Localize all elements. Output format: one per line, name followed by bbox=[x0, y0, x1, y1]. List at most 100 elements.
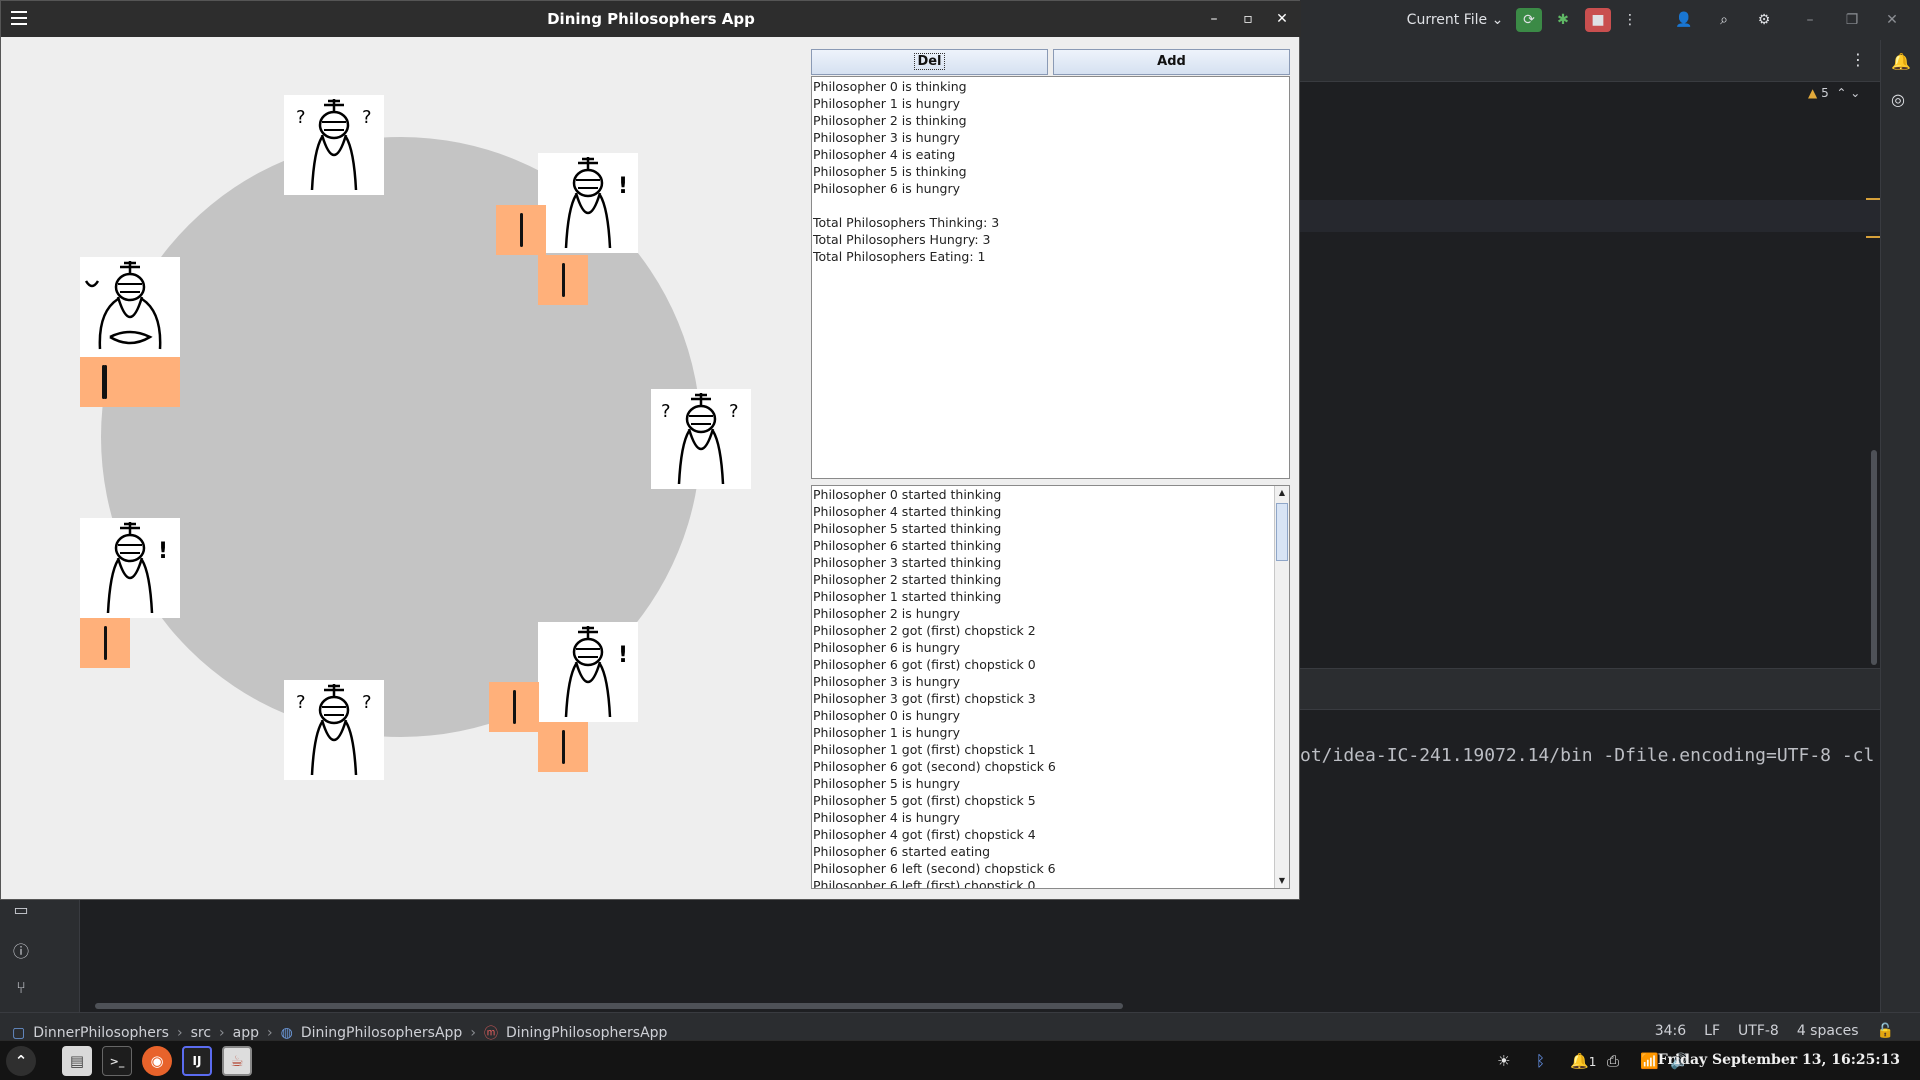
log-line: Philosopher 3 started thinking bbox=[813, 555, 1002, 570]
warnings-indicator[interactable]: ▲ 5 ⌃ ⌄ bbox=[1808, 86, 1860, 100]
breadcrumb-item[interactable]: DiningPhilosophersApp bbox=[301, 1025, 463, 1041]
file-encoding[interactable]: UTF-8 bbox=[1738, 1023, 1779, 1039]
tabs-more-icon[interactable]: ⋮ bbox=[1850, 50, 1866, 69]
philosopher-icon: ! bbox=[106, 522, 168, 614]
minimize-icon[interactable]: – bbox=[1204, 9, 1224, 29]
class-icon: ◍ bbox=[280, 1025, 293, 1041]
scroll-thumb[interactable] bbox=[1276, 503, 1288, 561]
log-text-area[interactable]: Philosopher 0 started thinking Philosophe… bbox=[811, 485, 1290, 889]
log-line: Philosopher 6 got (first) chopstick 0 bbox=[813, 657, 1036, 672]
breadcrumb-item[interactable]: src bbox=[191, 1025, 211, 1041]
gear-icon[interactable]: ⚙ bbox=[1752, 8, 1776, 32]
terminal-app-icon[interactable]: >_ bbox=[102, 1046, 132, 1076]
printer-icon[interactable]: ⎙ bbox=[1607, 1052, 1619, 1070]
chopstick bbox=[538, 722, 588, 772]
wifi-icon[interactable]: 📶 bbox=[1640, 1052, 1659, 1070]
status-line: Philosopher 5 is thinking bbox=[813, 164, 967, 179]
title-bar[interactable]: Dining Philosophers App – ▫ ✕ bbox=[1, 1, 1301, 37]
log-line: Philosopher 6 started eating bbox=[813, 844, 991, 859]
java-app-icon[interactable]: ☕ bbox=[222, 1046, 252, 1076]
breadcrumb-item[interactable]: DiningPhilosophersApp bbox=[506, 1025, 668, 1041]
editor-scrollbar[interactable] bbox=[1871, 450, 1877, 665]
philosopher-6 bbox=[80, 257, 180, 357]
right-tool-strip: 🔔 ◎ bbox=[1880, 40, 1920, 1040]
philosopher-icon: ? ? bbox=[661, 393, 739, 485]
close-icon[interactable]: ✕ bbox=[1880, 8, 1904, 32]
indent-setting[interactable]: 4 spaces bbox=[1797, 1023, 1859, 1039]
log-line: Philosopher 1 got (first) chopstick 1 bbox=[813, 742, 1036, 757]
del-button-label: Del bbox=[914, 53, 945, 70]
log-scrollbar[interactable]: ▲ ▼ bbox=[1274, 486, 1289, 888]
ai-assistant-icon[interactable]: ◎ bbox=[1891, 90, 1905, 109]
clock[interactable]: Friday September 13, 16:25:13 bbox=[1658, 1052, 1900, 1068]
breadcrumb-item[interactable]: DinnerPhilosophers bbox=[33, 1025, 169, 1041]
git-icon[interactable]: ⑂ bbox=[10, 978, 32, 1000]
chopstick bbox=[489, 682, 539, 732]
svg-text:?: ? bbox=[729, 401, 739, 422]
firefox-icon[interactable]: ◉ bbox=[142, 1046, 172, 1076]
rerun-icon[interactable]: ⟳ bbox=[1516, 8, 1542, 32]
lock-icon[interactable]: 🔓 bbox=[1877, 1023, 1894, 1039]
scroll-down-icon[interactable]: ▼ bbox=[1275, 874, 1289, 888]
search-icon[interactable]: ⌕ bbox=[1712, 8, 1736, 32]
philosopher-icon: ! bbox=[564, 157, 628, 249]
log-line: Philosopher 1 is hungry bbox=[813, 725, 960, 740]
log-line: Philosopher 5 got (first) chopstick 5 bbox=[813, 793, 1036, 808]
status-line: Philosopher 1 is hungry bbox=[813, 96, 960, 111]
status-text-area[interactable]: Philosopher 0 is thinking Philosopher 1 i… bbox=[811, 76, 1290, 479]
chopstick bbox=[538, 255, 588, 305]
svg-text:?: ? bbox=[296, 692, 306, 713]
philosopher-0: ? ? bbox=[284, 95, 384, 195]
log-line: Philosopher 6 started thinking bbox=[813, 538, 1002, 553]
svg-text:!: ! bbox=[618, 643, 628, 668]
line-separator[interactable]: LF bbox=[1704, 1023, 1720, 1039]
status-line: Total Philosophers Thinking: 3 bbox=[813, 215, 1000, 230]
maximize-icon[interactable]: ▫ bbox=[1238, 9, 1258, 29]
warnings-count: 5 bbox=[1821, 86, 1829, 100]
window-title: Dining Philosophers App bbox=[547, 10, 755, 28]
log-line: Philosopher 3 got (first) chopstick 3 bbox=[813, 691, 1036, 706]
log-line: Philosopher 5 is hungry bbox=[813, 776, 960, 791]
scroll-up-icon[interactable]: ▲ bbox=[1275, 486, 1289, 500]
run-config-label: Current File bbox=[1406, 12, 1488, 28]
horizontal-scrollbar[interactable] bbox=[95, 1003, 1123, 1009]
current-line-highlight bbox=[1300, 200, 1880, 232]
log-line: Philosopher 2 is hungry bbox=[813, 606, 960, 621]
log-line: Philosopher 0 started thinking bbox=[813, 487, 1002, 502]
warning-stripe bbox=[1866, 198, 1880, 200]
stop-icon[interactable]: ■ bbox=[1585, 8, 1611, 32]
svg-text:?: ? bbox=[362, 107, 372, 128]
run-config-dropdown[interactable]: Current File ⌄ bbox=[1405, 8, 1505, 32]
log-line: Philosopher 6 left (first) chopstick 0 bbox=[813, 878, 1036, 889]
more-icon[interactable]: ⋮ bbox=[1620, 8, 1640, 32]
svg-text:!: ! bbox=[158, 539, 168, 564]
launcher-icon[interactable]: ⌃ bbox=[6, 1046, 36, 1076]
chopstick bbox=[102, 365, 105, 399]
intellij-icon[interactable]: IJ bbox=[182, 1046, 212, 1076]
terminal-icon[interactable]: ▭ bbox=[10, 900, 32, 922]
brightness-icon[interactable]: ☀ bbox=[1497, 1052, 1510, 1070]
taskbar: ⌃ ▤ >_ ◉ IJ ☕ ☀ ᛒ 🔔1 ⎙ 📶 🔊 Friday Septem… bbox=[0, 1040, 1920, 1080]
restore-icon[interactable]: ❐ bbox=[1840, 8, 1864, 32]
breadcrumb-item[interactable]: app bbox=[233, 1025, 259, 1041]
problems-icon[interactable]: ⓘ bbox=[10, 938, 32, 961]
status-line: Philosopher 4 is eating bbox=[813, 147, 956, 162]
close-icon[interactable]: ✕ bbox=[1272, 9, 1292, 29]
debug-icon[interactable]: ✱ bbox=[1551, 8, 1575, 32]
del-button[interactable]: Del bbox=[811, 49, 1048, 75]
files-app-icon[interactable]: ▤ bbox=[62, 1046, 92, 1076]
add-user-icon[interactable]: 👤 bbox=[1672, 8, 1696, 32]
philosopher-4: ? ? bbox=[284, 680, 384, 780]
status-line: Total Philosophers Hungry: 3 bbox=[813, 232, 991, 247]
minimize-icon[interactable]: – bbox=[1798, 8, 1822, 32]
add-button[interactable]: Add bbox=[1053, 49, 1290, 75]
notification-icon[interactable]: 🔔1 bbox=[1570, 1052, 1596, 1070]
bluetooth-icon[interactable]: ᛒ bbox=[1536, 1052, 1545, 1070]
warning-stripe bbox=[1866, 236, 1880, 238]
philosopher-2: ? ? bbox=[651, 389, 751, 489]
svg-text:!: ! bbox=[618, 174, 628, 199]
notifications-icon[interactable]: 🔔 bbox=[1891, 52, 1911, 71]
caret-position[interactable]: 34:6 bbox=[1655, 1023, 1686, 1039]
log-line: Philosopher 0 is hungry bbox=[813, 708, 960, 723]
editor-tabs: ⋮ bbox=[1300, 40, 1880, 82]
